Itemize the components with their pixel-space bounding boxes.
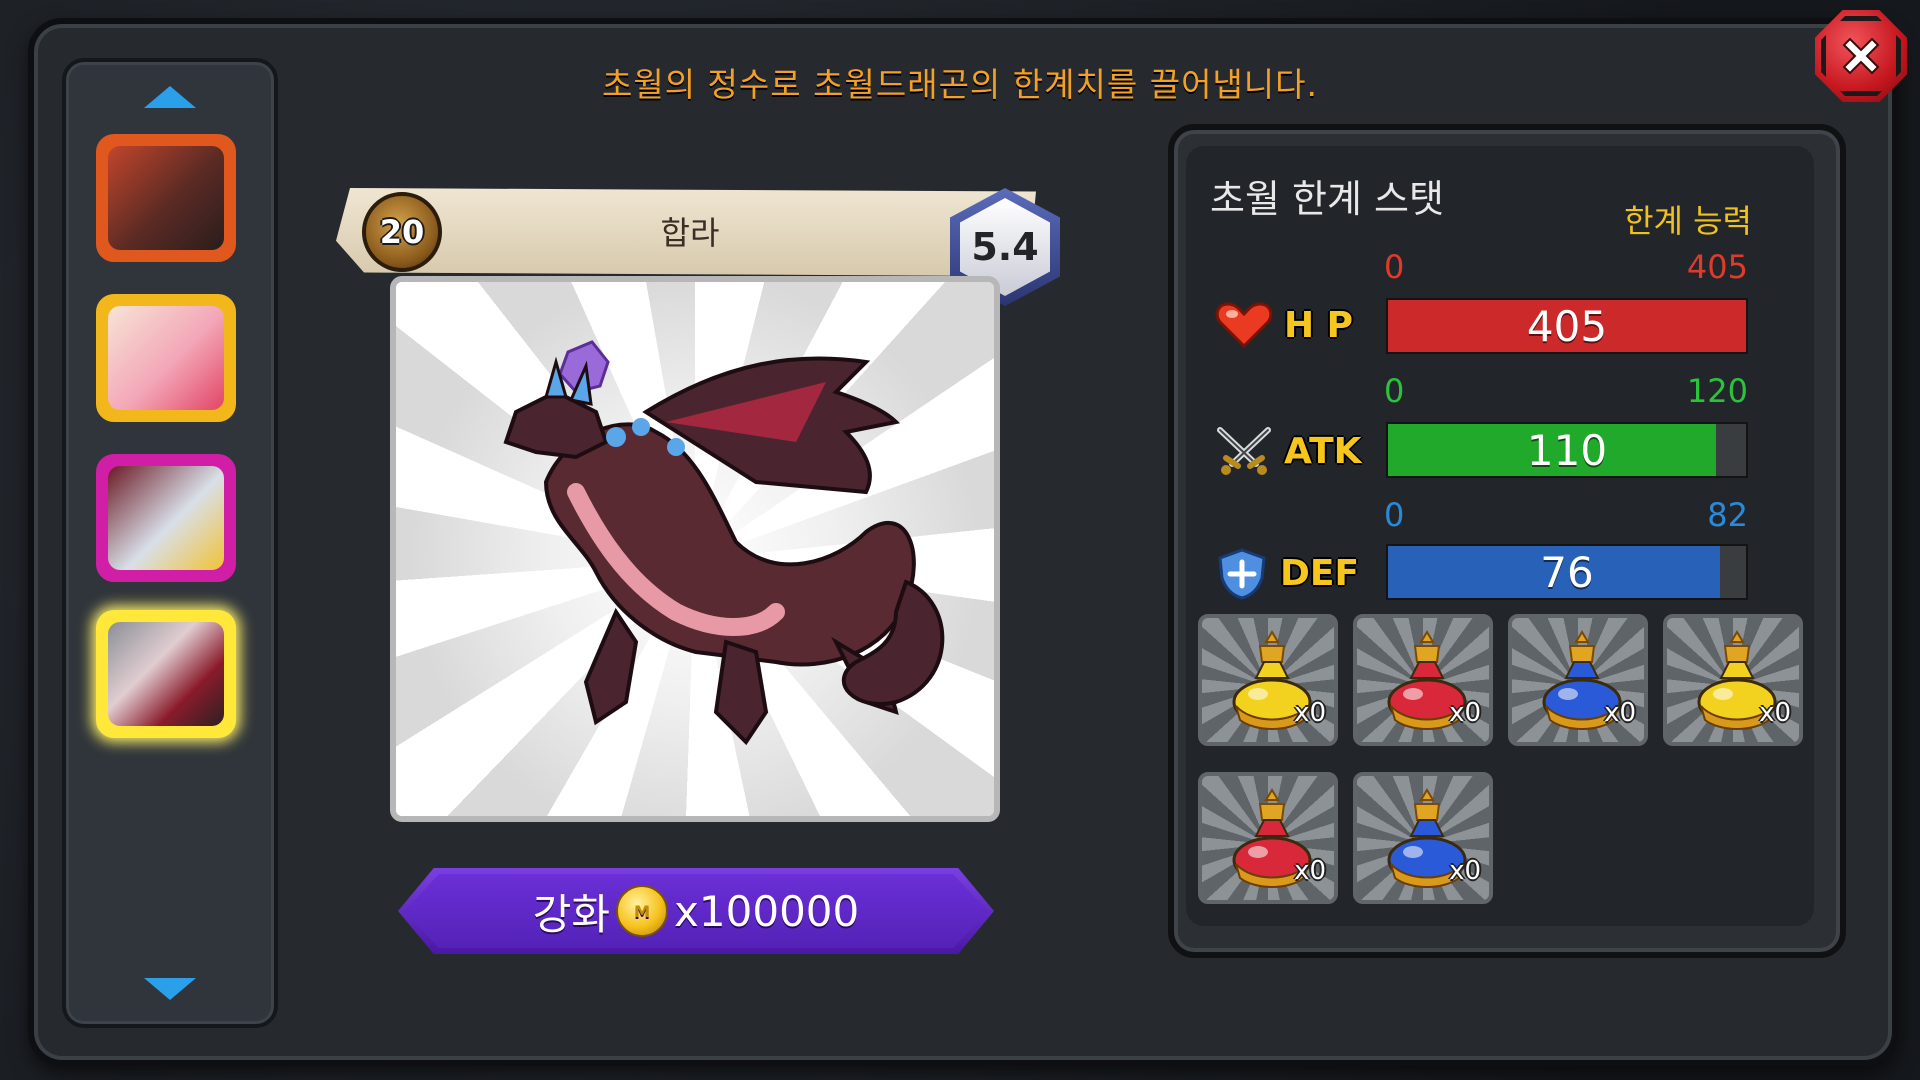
potion-slot[interactable]: x0 xyxy=(1663,614,1803,746)
atk-range-min: 0 xyxy=(1384,372,1405,410)
potion-slot[interactable]: x0 xyxy=(1508,614,1648,746)
notice-text: 초월의 정수로 초월드래곤의 한계치를 끌어냅니다. xyxy=(601,65,1318,104)
upgrade-cost: x100000 xyxy=(674,886,860,936)
hp-bar: 405 xyxy=(1386,298,1748,354)
grade-value: 5.4 xyxy=(971,225,1039,269)
upgrade-button[interactable]: 강화 M x100000 xyxy=(398,868,994,954)
dragon-illustration xyxy=(503,340,945,746)
hp-label-text: H P xyxy=(1284,304,1354,346)
dragon-portrait xyxy=(108,146,224,250)
dragon-thumbnail-3[interactable] xyxy=(96,454,236,582)
limit-ability-label: 한계 능력 xyxy=(1624,202,1752,240)
potion-count: x0 xyxy=(1294,698,1326,728)
atk-stat-label: ATK xyxy=(1214,424,1362,478)
scroll-down-arrow-icon[interactable] xyxy=(140,974,200,1004)
dragon-portrait xyxy=(108,466,224,570)
dragon-portrait xyxy=(108,306,224,410)
dragon-list-sidebar xyxy=(62,58,278,1028)
level-badge: 20 xyxy=(362,192,442,272)
atk-label-text: ATK xyxy=(1284,430,1362,472)
def-range-min: 0 xyxy=(1384,496,1405,534)
coin-mark: M xyxy=(634,901,650,921)
def-stat-label: DEF xyxy=(1214,546,1359,600)
atk-range-max: 120 xyxy=(1686,372,1748,410)
shield-icon xyxy=(1218,548,1266,600)
potion-count: x0 xyxy=(1449,698,1481,728)
atk-value: 110 xyxy=(1526,425,1608,475)
heart-icon xyxy=(1215,302,1273,349)
potion-count: x0 xyxy=(1294,856,1326,886)
potion-slot[interactable]: x0 xyxy=(1198,614,1338,746)
dragon-thumbnail-2[interactable] xyxy=(96,294,236,422)
hp-value: 405 xyxy=(1526,301,1608,351)
potion-slot[interactable]: x0 xyxy=(1353,614,1493,746)
upgrade-label: 강화 xyxy=(532,889,611,939)
stat-panel-title: 초월 한계 스탯 xyxy=(1210,177,1444,221)
potion-slot[interactable]: x0 xyxy=(1198,772,1338,904)
def-bar: 76 xyxy=(1386,544,1748,600)
dragon-card xyxy=(390,276,1000,822)
level-value: 20 xyxy=(379,213,425,251)
potion-count: x0 xyxy=(1604,698,1636,728)
def-label-text: DEF xyxy=(1280,552,1360,594)
crossed-swords-icon xyxy=(1217,427,1271,475)
potion-count: x0 xyxy=(1449,856,1481,886)
close-icon xyxy=(1842,37,1880,75)
potion-count: x0 xyxy=(1759,698,1791,728)
hp-range-max: 405 xyxy=(1686,248,1748,286)
dragon-portrait xyxy=(108,622,224,726)
scroll-up-arrow-icon[interactable] xyxy=(140,82,200,112)
hp-range-min: 0 xyxy=(1384,248,1405,286)
def-value: 76 xyxy=(1540,547,1594,597)
hp-stat-label: H P xyxy=(1214,300,1353,350)
def-range-max: 82 xyxy=(1707,496,1748,534)
gold-coin-icon: M xyxy=(616,885,669,937)
atk-bar: 110 xyxy=(1386,422,1748,478)
dragon-thumbnail-1[interactable] xyxy=(96,134,236,262)
close-button[interactable] xyxy=(1815,10,1907,102)
potion-slot[interactable]: x0 xyxy=(1353,772,1493,904)
dragon-thumbnail-4-selected[interactable] xyxy=(96,610,236,738)
dragon-name: 합라 xyxy=(660,214,720,252)
